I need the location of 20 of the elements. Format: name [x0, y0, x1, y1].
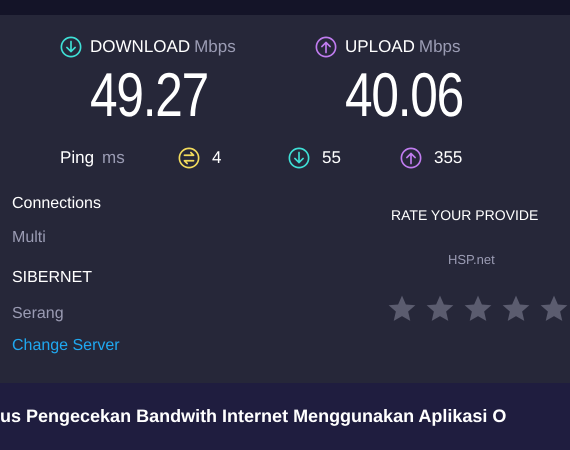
- connections-value: Multi: [12, 228, 47, 248]
- provider-name: HSP.net: [448, 250, 495, 268]
- ping-unit: ms: [102, 146, 125, 169]
- change-server-link[interactable]: Change Server: [12, 334, 120, 358]
- ping-value: 355: [434, 146, 462, 169]
- ping-icon: [178, 146, 200, 168]
- speed-value: 40.06: [345, 60, 463, 132]
- speed-label: DOWNLOAD: [90, 36, 190, 58]
- connections-label: Connections: [12, 194, 102, 214]
- caption-text: us Pengecekan Bandwith Internet Menggunakan Aplikasi O: [0, 405, 506, 428]
- unit-label: Mbps: [194, 36, 236, 58]
- ping-label: Ping: [60, 146, 94, 169]
- ping-value: 55: [322, 146, 341, 169]
- rate-title: RATE YOUR PROVIDE: [391, 206, 538, 224]
- unit-label: Mbps: [418, 36, 460, 58]
- speed-label: UPLOAD: [345, 36, 415, 58]
- server-location: Serang: [12, 304, 65, 324]
- server-name: SIBERNET: [12, 268, 94, 288]
- ping-value: 4: [212, 146, 222, 169]
- speed-value: 49.27: [90, 60, 208, 132]
